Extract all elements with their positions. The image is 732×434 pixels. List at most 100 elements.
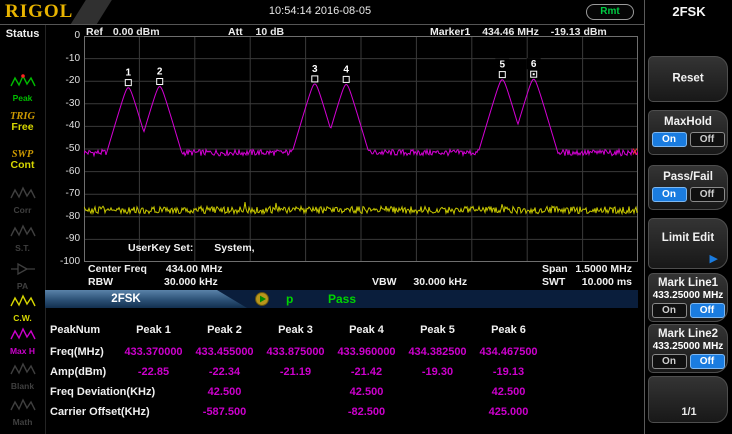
peak-measurement-table: PeakNumPeak 1Peak 2Peak 3Peak 4Peak 5Pea… [50, 318, 544, 421]
table-header-peak6: Peak 6 [473, 324, 544, 336]
function-tab: 2FSK [45, 290, 247, 308]
swt-value: 10.000 ms [520, 276, 632, 288]
sidebar-item-maxh: Max H [0, 326, 45, 356]
y-axis-tick-label: -60 [44, 167, 80, 177]
table-row-label: Amp(dBm) [50, 366, 118, 378]
peak-marker-square [157, 79, 163, 85]
userkey-value: System, [214, 242, 254, 254]
y-axis-tick-label: -100 [44, 257, 80, 267]
mark-line2-label: Mark Line2 [649, 328, 727, 341]
table-header-peak5: Peak 5 [402, 324, 473, 336]
sidebar-item-corr: Corr [0, 185, 45, 215]
center-freq-label: Center Freq [88, 263, 147, 275]
submenu-arrow-icon: ▶ [710, 254, 718, 265]
table-cell-value: -19.13 [473, 366, 544, 378]
peak-number-label: 4 [343, 64, 349, 75]
y-axis-tick-label: -50 [44, 144, 80, 154]
sidebar-item-math: Math [0, 397, 45, 427]
table-header-peak4: Peak 4 [331, 324, 402, 336]
plot-grid [84, 36, 638, 262]
menu-panel-title: 2FSK [646, 4, 732, 19]
table-cell-value: 433.370000 [118, 346, 189, 358]
topbar-divider [0, 24, 645, 25]
table-cell-value: -22.85 [118, 366, 189, 378]
sidebar-item-pa: PA [0, 261, 45, 291]
peak-marker-square [343, 76, 349, 82]
trig-line2: Free [0, 122, 45, 133]
table-cell-value: -21.19 [260, 366, 331, 378]
reset-label: Reset [649, 73, 727, 86]
maxhold-label: MaxHold [649, 116, 727, 129]
center-freq-value: 434.00 MHz [166, 263, 223, 275]
peak-marker-square [125, 80, 131, 86]
softkey-menu: Reset MaxHold On Off Pass/Fail On Off Li… [646, 25, 732, 434]
table-cell-value: 42.500 [331, 386, 402, 398]
table-cell-value: 42.500 [473, 386, 544, 398]
table-cell-value: 433.455000 [189, 346, 260, 358]
st-label: S.T. [0, 244, 45, 253]
span-value: 1.5000 MHz [520, 263, 632, 275]
menu-panel-divider [644, 0, 645, 434]
top-bar: RIGOL 10:54:14 2016-08-05 Rmt 2FSK [0, 0, 732, 25]
peak-marker-square [499, 72, 505, 78]
peak-number-label: 1 [126, 68, 132, 79]
run-state-indicator: p [286, 292, 293, 306]
table-cell-value: 433.960000 [331, 346, 402, 358]
sidebar-item-st: S.T. [0, 223, 45, 253]
remote-status-badge: Rmt [586, 4, 634, 20]
spectrum-plot: 123456 [84, 36, 638, 262]
mark-line1-off-toggle[interactable]: Off [690, 303, 725, 318]
table-cell-value: -22.34 [189, 366, 260, 378]
peak-number-label: 5 [500, 60, 506, 71]
maxh-label: Max H [0, 347, 45, 356]
y-axis-tick-label: -40 [44, 121, 80, 131]
pass-fail-result: Pass [328, 292, 356, 306]
limit-edit-button[interactable]: Limit Edit ▶ [648, 218, 728, 269]
mark-line2-off-toggle[interactable]: Off [690, 354, 725, 369]
mark-line1-value: 433.25000 MHz [649, 290, 727, 302]
corr-label: Corr [0, 206, 45, 215]
mark-line1-button[interactable]: Mark Line1 433.25000 MHz On Off [648, 273, 728, 322]
peak-number-label: 6 [531, 59, 537, 70]
vbw-readout: VBW 30.000 kHz [372, 276, 467, 288]
limit-edit-label: Limit Edit [649, 232, 727, 245]
peak-number-label: 3 [312, 64, 318, 75]
passfail-off-toggle[interactable]: Off [690, 187, 725, 202]
table-cell-value: -82.500 [331, 406, 402, 418]
userkey-message: UserKey Set: System, [128, 242, 255, 254]
table-cell-value: 434.467500 [473, 346, 544, 358]
y-axis-tick-label: -80 [44, 212, 80, 222]
mark-line2-on-toggle[interactable]: On [652, 354, 687, 369]
sidebar-divider [45, 25, 46, 434]
swp-line2: Cont [0, 160, 45, 171]
table-cell-value: 433.875000 [260, 346, 331, 358]
table-row-label: Freq(MHz) [50, 346, 118, 358]
vbw-label: VBW [372, 276, 397, 288]
passfail-button[interactable]: Pass/Fail On Off [648, 165, 728, 210]
table-cell-value: -587.500 [189, 406, 260, 418]
maxhold-on-toggle[interactable]: On [652, 132, 687, 147]
datetime-display: 10:54:14 2016-08-05 [0, 5, 640, 17]
sidebar-item-swp: SWPCont [0, 149, 45, 171]
y-axis-tick-label: -70 [44, 189, 80, 199]
sidebar-item-peak: Peak [0, 73, 45, 103]
maxhold-off-toggle[interactable]: Off [690, 132, 725, 147]
sidebar-item-cw: C.W. [0, 293, 45, 323]
table-row-label: Carrier Offset(KHz) [50, 406, 118, 418]
passfail-on-toggle[interactable]: On [652, 187, 687, 202]
mark-line2-button[interactable]: Mark Line2 433.25000 MHz On Off [648, 324, 728, 373]
peak-label: Peak [0, 94, 45, 103]
sidebar-item-trig: TRIGFree [0, 111, 45, 133]
table-row-label: Freq Deviation(KHz) [50, 386, 118, 398]
maxhold-button[interactable]: MaxHold On Off [648, 110, 728, 155]
mark-line1-label: Mark Line1 [649, 277, 727, 290]
reset-button[interactable]: Reset [648, 56, 728, 102]
marker1-dot [533, 73, 535, 75]
status-sidebar: Status PeakTRIGFreeSWPContCorrS.T.PAC.W.… [0, 25, 45, 434]
userkey-label: UserKey Set: [128, 242, 193, 254]
mark-line1-on-toggle[interactable]: On [652, 303, 687, 318]
waveform-icon [10, 185, 36, 201]
y-axis-tick-label: -20 [44, 76, 80, 86]
blank-label: Blank [0, 382, 45, 391]
waveform-icon [10, 223, 36, 239]
